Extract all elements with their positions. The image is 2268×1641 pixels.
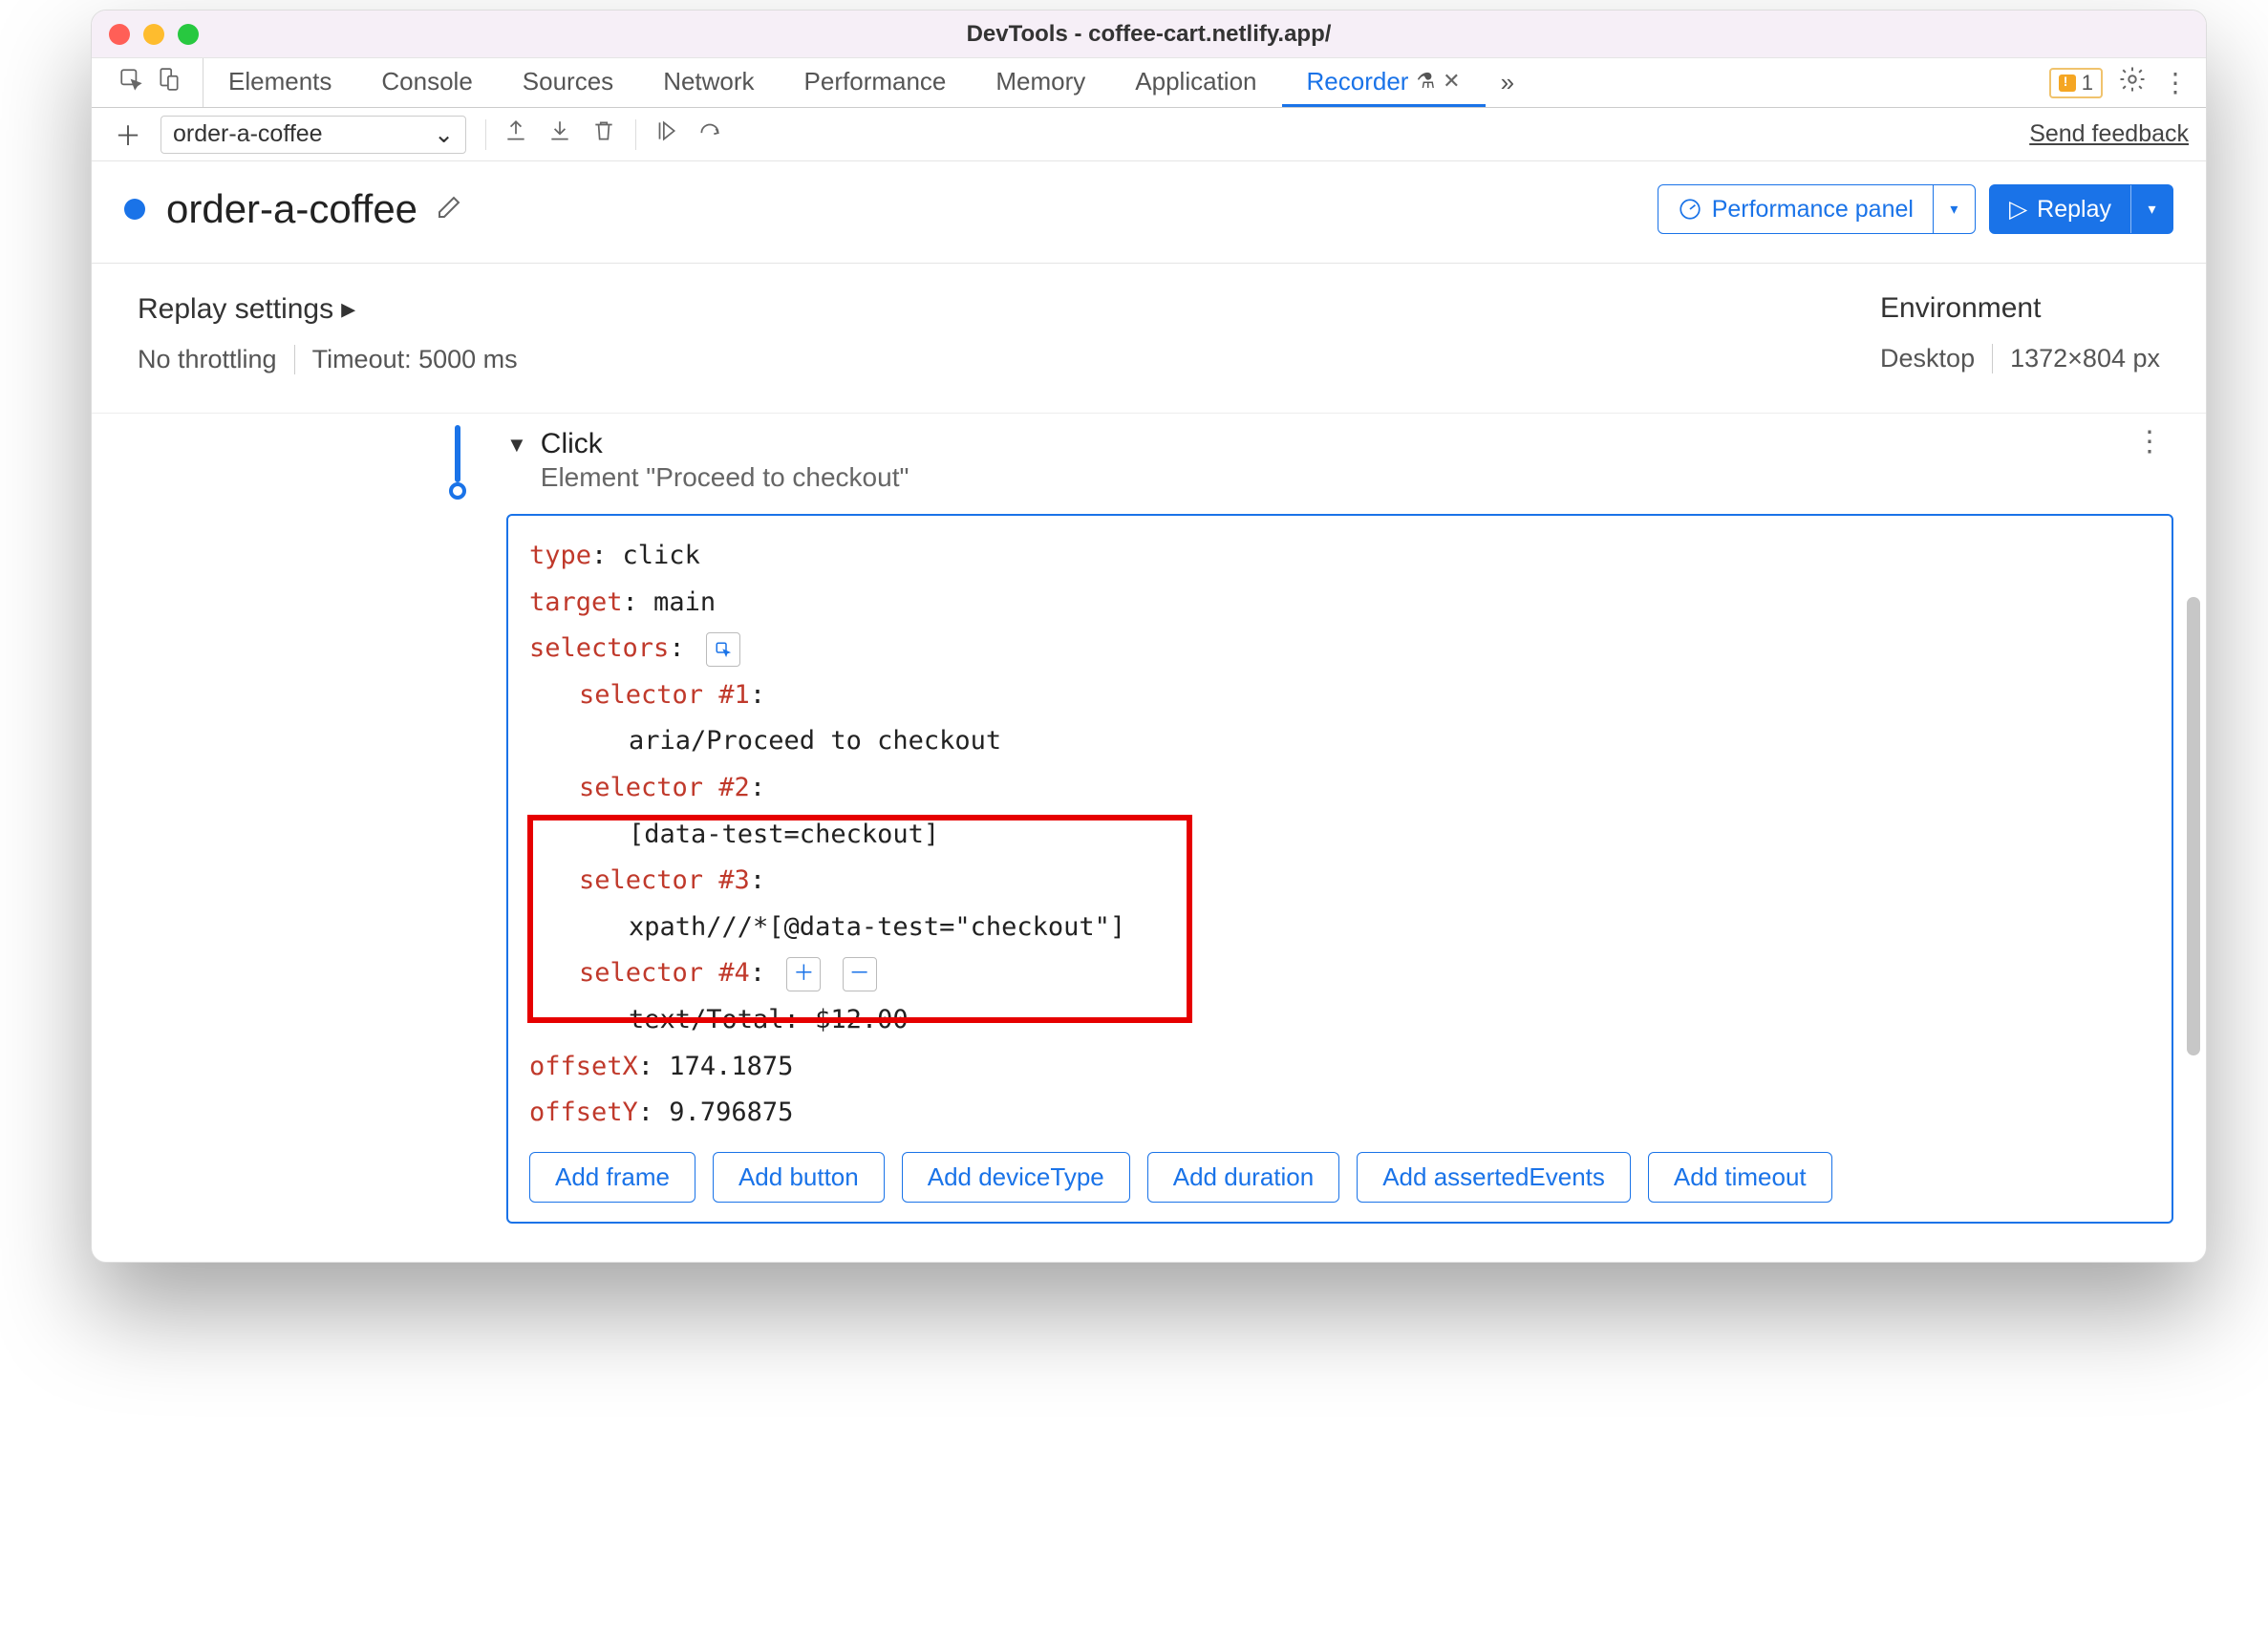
type-value[interactable]: : click [591,541,700,570]
tab-performance[interactable]: Performance [780,58,972,107]
offsetx-key: offsetX [529,1052,638,1081]
timeline-line [455,425,460,482]
recording-status-dot [124,199,145,220]
delete-icon[interactable] [591,118,616,150]
recording-select[interactable]: order-a-coffee ⌄ [160,116,466,154]
timeline-dot [449,482,466,500]
window-zoom-button[interactable] [178,24,199,45]
offsety-key: offsetY [529,1098,638,1127]
issues-badge[interactable]: 1 [2049,68,2103,98]
selector4-value[interactable]: text/Total: $12.00 [529,997,2150,1044]
selector4-key: selector #4 [579,958,750,988]
more-tabs-button[interactable]: » [1486,68,1530,97]
offsetx-value[interactable]: : 174.1875 [638,1052,794,1081]
send-feedback-link[interactable]: Send feedback [2029,120,2189,148]
env-dimensions: 1372×804 px [2010,344,2160,373]
selectors-key: selectors [529,633,669,663]
selector2-key: selector #2 [579,773,750,802]
step-area: ▼ Click Element "Proceed to checkout" ⋮ … [92,425,2206,1262]
new-recording-button[interactable]: ＋ [109,116,147,154]
add-timeout-button[interactable]: Add timeout [1648,1152,1832,1203]
recording-title: order-a-coffee [166,186,417,232]
selector1-key: selector #1 [579,680,750,710]
add-button-button[interactable]: Add button [713,1152,885,1203]
step-detail-box: type: click target: main selectors: sele… [506,514,2173,1224]
throttling-value: No throttling [138,345,277,374]
flask-icon: ⚗ [1416,69,1435,94]
window-titlebar: DevTools - coffee-cart.netlify.app/ [92,11,2206,58]
window-title: DevTools - coffee-cart.netlify.app/ [92,21,2206,48]
replay-dropdown-caret[interactable]: ▾ [2130,185,2172,233]
element-picker-icon[interactable] [706,632,740,667]
tab-recorder[interactable]: Recorder ⚗ ✕ [1282,58,1486,107]
performance-panel-button[interactable]: Performance panel ▾ [1658,184,1976,234]
target-value[interactable]: : main [623,587,717,617]
replay-settings-row: Replay settings ▸ No throttling Timeout:… [92,264,2206,414]
tab-memory[interactable]: Memory [971,58,1110,107]
window-close-button[interactable] [109,24,130,45]
tab-network[interactable]: Network [638,58,779,107]
import-icon[interactable] [547,118,572,150]
tab-application[interactable]: Application [1110,58,1281,107]
add-assertedevents-button[interactable]: Add assertedEvents [1357,1152,1631,1203]
type-key: type [529,541,591,570]
perf-dropdown-caret[interactable]: ▾ [1933,185,1975,233]
add-frame-button[interactable]: Add frame [529,1152,695,1203]
collapse-step-icon[interactable]: ▼ [506,433,527,458]
window-minimize-button[interactable] [143,24,164,45]
close-tab-icon[interactable]: ✕ [1443,69,1460,94]
replay-settings-heading[interactable]: Replay settings ▸ [138,292,518,326]
selector1-value[interactable]: aria/Proceed to checkout [529,718,2150,765]
devtools-tabbar: Elements Console Sources Network Perform… [92,58,2206,108]
settings-gear-icon[interactable] [2118,65,2147,100]
edit-title-icon[interactable] [435,193,463,226]
step-over-icon[interactable] [697,118,722,150]
timeout-value: Timeout: 5000 ms [312,345,518,374]
device-toggle-icon[interactable] [157,67,182,98]
tab-sources[interactable]: Sources [498,58,638,107]
target-key: target [529,587,623,617]
play-icon: ▷ [2009,195,2027,224]
selector2-value[interactable]: [data-test=checkout] [529,812,2150,859]
selector3-value[interactable]: xpath///*[@data-test="checkout"] [529,905,2150,951]
environment-heading: Environment [1880,292,2160,325]
env-device: Desktop [1880,344,1975,373]
step-subtitle: Element "Proceed to checkout" [541,462,909,493]
remove-selector-button[interactable]: － [843,957,877,991]
step-play-icon[interactable] [653,118,678,150]
step-menu-icon[interactable]: ⋮ [2135,425,2173,458]
recording-header: order-a-coffee Performance panel ▾ ▷Repl… [92,161,2206,264]
recorder-toolbar: ＋ order-a-coffee ⌄ Send feedback [92,108,2206,161]
chevron-right-icon: ▸ [341,292,355,326]
export-icon[interactable] [503,118,528,150]
add-selector-button[interactable]: ＋ [786,957,821,991]
scrollbar-thumb[interactable] [2187,597,2200,1055]
offsety-value[interactable]: : 9.796875 [638,1098,794,1127]
add-duration-button[interactable]: Add duration [1147,1152,1339,1203]
replay-button[interactable]: ▷Replay ▾ [1989,184,2173,234]
kebab-menu-icon[interactable]: ⋮ [2162,67,2189,98]
inspect-icon[interactable] [118,67,143,98]
tab-console[interactable]: Console [356,58,497,107]
chevron-down-icon: ⌄ [434,120,454,149]
tab-elements[interactable]: Elements [203,58,356,107]
step-title: Click [541,425,909,462]
add-devicetype-button[interactable]: Add deviceType [902,1152,1130,1203]
selector3-key: selector #3 [579,865,750,895]
